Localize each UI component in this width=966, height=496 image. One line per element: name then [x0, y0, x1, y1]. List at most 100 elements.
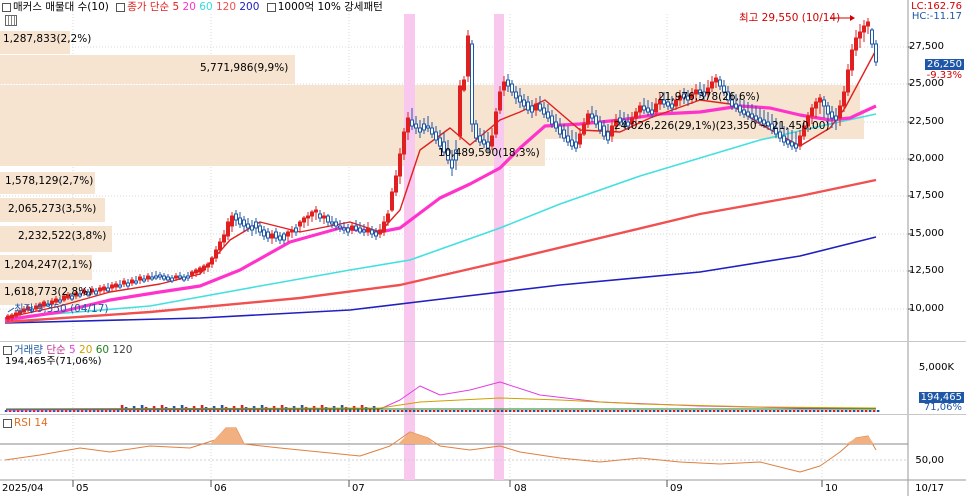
price-axis-label: 20,000	[909, 153, 944, 164]
volume-bar	[440, 410, 444, 412]
volume-bar	[544, 410, 548, 412]
chart-canvas[interactable]	[0, 0, 966, 496]
rsi-line	[4, 427, 877, 473]
candle-body	[142, 278, 146, 282]
candle-body	[246, 223, 250, 229]
candle-body	[202, 265, 206, 271]
volume-bar	[116, 410, 120, 412]
price-axis-label: 10,000	[909, 303, 944, 314]
legend-ma-label: 종가 단순	[127, 1, 170, 13]
panel-divider[interactable]	[0, 414, 966, 415]
rsi-legend: RSI 14	[3, 417, 48, 430]
volume-bar	[628, 410, 632, 412]
candle-body	[154, 275, 158, 279]
volume-bar	[748, 410, 752, 412]
volume-bar	[104, 410, 108, 412]
volume-bar	[832, 410, 836, 412]
candle-body	[798, 135, 802, 147]
candle-body	[458, 85, 462, 137]
candle-body	[714, 77, 718, 83]
volume-bar	[616, 410, 620, 412]
candle-body	[794, 143, 798, 149]
volume-bar	[412, 410, 416, 412]
candle-body	[426, 125, 430, 129]
checkbox-icon[interactable]	[116, 2, 126, 12]
candle-body	[134, 280, 138, 284]
candle-body	[218, 241, 222, 251]
candle-body	[810, 107, 814, 117]
volume-bar	[452, 410, 456, 412]
volume-bar	[768, 410, 772, 412]
time-axis-label: 08	[514, 483, 527, 494]
candle-body	[782, 135, 786, 143]
volume-bar	[724, 410, 728, 412]
hc-value: HC:-11.17	[911, 11, 962, 22]
volume-profile-label: 1,287,833(2,2%)	[3, 33, 92, 45]
candle-body	[386, 213, 390, 223]
volume-bar	[852, 410, 856, 412]
volume-bar	[780, 410, 784, 412]
volume-bar	[728, 410, 732, 412]
volume-bar	[872, 410, 876, 412]
volume-bar	[764, 410, 768, 412]
candle-body	[214, 249, 218, 259]
candle-body	[578, 133, 582, 145]
volume-bar	[604, 410, 608, 412]
table-icon[interactable]	[5, 15, 17, 26]
volume-bar	[592, 410, 596, 412]
volume-ma-label: 단순	[46, 344, 66, 356]
legend-ma-120: 120	[212, 1, 237, 13]
time-axis-label: 10	[825, 483, 838, 494]
volume-bar	[512, 410, 516, 412]
volume-bar	[828, 410, 832, 412]
checkbox-icon[interactable]	[3, 345, 12, 355]
volume-bar	[600, 410, 604, 412]
candle-body	[710, 81, 714, 89]
volume-bar	[836, 410, 840, 412]
candle-body	[550, 115, 554, 125]
volume-bar	[668, 410, 672, 412]
volume-bar	[492, 410, 496, 412]
volume-ma-60: 60	[92, 344, 110, 356]
volume-bar	[380, 410, 384, 412]
price-axis-label: 22,500	[909, 116, 944, 127]
candle-body	[378, 229, 382, 235]
volume-bar	[776, 410, 780, 412]
candle-body	[502, 81, 506, 91]
candle-body	[250, 225, 254, 231]
candle-body	[602, 125, 606, 137]
candle-body	[642, 105, 646, 111]
candle-body	[854, 37, 858, 51]
time-axis-label: 07	[352, 483, 365, 494]
volume-bar	[868, 410, 872, 412]
checkbox-icon[interactable]	[3, 418, 12, 428]
volume-bar	[556, 410, 560, 412]
candle-body	[638, 105, 642, 113]
candle-body	[158, 274, 162, 278]
candle-body	[278, 235, 282, 241]
candle-body	[570, 139, 574, 147]
candle-body	[334, 221, 338, 227]
volume-bar	[864, 410, 868, 412]
volume-bar	[800, 410, 804, 412]
rsi-title: RSI 14	[14, 417, 48, 429]
checkbox-icon[interactable]	[2, 2, 11, 12]
candle-body	[394, 175, 398, 193]
checkbox-icon[interactable]	[266, 2, 276, 12]
candle-body	[270, 233, 274, 239]
panel-divider[interactable]	[0, 341, 966, 342]
candle-body	[746, 111, 750, 117]
candle-body	[262, 229, 266, 237]
volume-bar	[712, 410, 716, 412]
candle-body	[98, 287, 102, 292]
range-annotation: 10,489,590(18,3%)	[438, 147, 540, 159]
candle-body	[530, 105, 534, 113]
volume-current: 194,465주(71,06%)	[5, 356, 102, 367]
candle-body	[382, 221, 386, 233]
candle-body	[846, 69, 850, 93]
candle-body	[402, 131, 406, 155]
legend-indicator: 매커스 매물대 수(10)	[13, 1, 109, 13]
candle-body	[826, 105, 830, 115]
volume-bar	[460, 410, 464, 412]
volume-bar	[640, 410, 644, 412]
